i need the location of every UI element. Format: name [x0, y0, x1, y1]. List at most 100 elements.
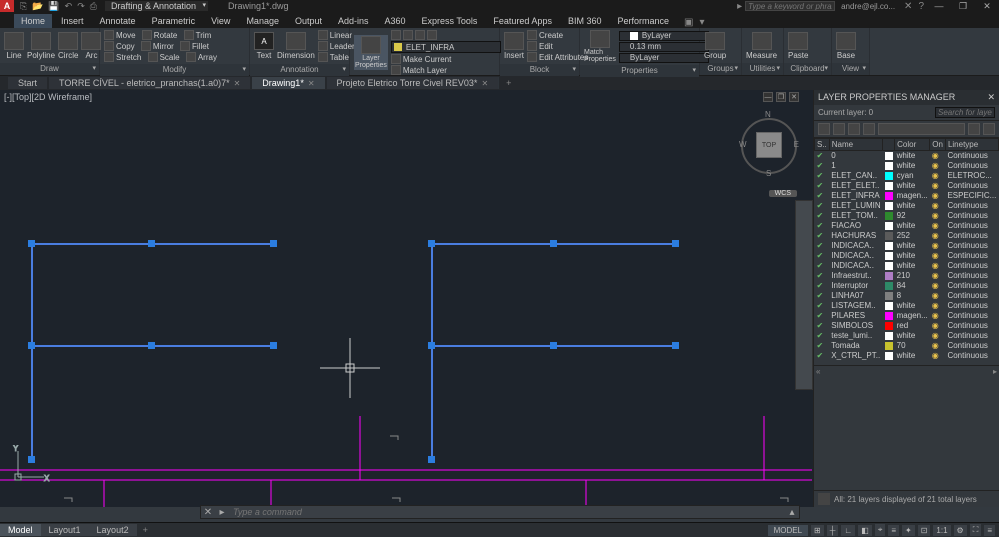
rotate-label[interactable]: Rotate: [154, 31, 178, 40]
layer-color[interactable]: 70: [895, 341, 930, 351]
layer-linetype[interactable]: ESPECIFIC...: [945, 191, 998, 201]
command-input[interactable]: [229, 507, 785, 517]
status-icon[interactable]: ✔: [817, 221, 824, 230]
compass-n[interactable]: N: [765, 110, 771, 119]
layer-linetype[interactable]: Continuous: [945, 301, 998, 311]
scale-label[interactable]: Scale: [160, 53, 180, 62]
measure-button[interactable]: Measure: [746, 32, 777, 60]
new-file-tab-button[interactable]: +: [500, 77, 517, 89]
status-icon[interactable]: ✔: [817, 311, 824, 320]
edit-attributes-icon[interactable]: [527, 52, 537, 62]
expand-icon[interactable]: «: [816, 367, 820, 376]
column-header[interactable]: S..: [815, 139, 830, 151]
layer-linetype[interactable]: Continuous: [945, 221, 998, 231]
file-tab[interactable]: TORRE CÍVEL - eletrico_pranchas(1.a0)7*✕: [49, 77, 250, 89]
fillet-label[interactable]: Fillet: [192, 42, 209, 51]
line-button[interactable]: Line: [4, 32, 24, 60]
on-icon[interactable]: ◉: [932, 301, 939, 310]
status-icon[interactable]: ✔: [817, 191, 824, 200]
layer-row[interactable]: ✔ELET_CAN..cyan◉ELETROC...❄: [815, 171, 999, 181]
layer-color[interactable]: 210: [895, 271, 930, 281]
panel-title-block[interactable]: Block: [500, 64, 579, 76]
on-icon[interactable]: ◉: [932, 241, 939, 250]
viewport[interactable]: [-][Top][2D Wireframe] — ❐ ✕: [0, 90, 999, 507]
status-icon[interactable]: ✔: [817, 321, 824, 330]
panel-title-groups[interactable]: Groups: [700, 63, 741, 75]
layer-row[interactable]: ✔ELET_TOM..92◉Continuous❄: [815, 211, 999, 221]
layer-row[interactable]: ✔Infraestrut..210◉Continuous❄: [815, 271, 999, 281]
status-icon[interactable]: ✦: [902, 525, 915, 536]
color-swatch[interactable]: [885, 332, 893, 340]
trim-label[interactable]: Trim: [196, 31, 212, 40]
layer-name[interactable]: ELET_TOM..: [829, 211, 882, 221]
status-icon[interactable]: ✔: [817, 211, 824, 220]
on-icon[interactable]: ◉: [932, 271, 939, 280]
layer-name[interactable]: SIMBOLOS: [829, 321, 882, 331]
polyline-button[interactable]: Polyline: [27, 32, 55, 60]
status-icon[interactable]: ✔: [817, 181, 824, 190]
layer-row[interactable]: ✔Tomada70◉Continuous❄: [815, 341, 999, 351]
layer-name[interactable]: LINHA07: [829, 291, 882, 301]
minimize-button[interactable]: —: [927, 1, 951, 12]
ribbon-tab-express-tools[interactable]: Express Tools: [415, 14, 485, 28]
layer-color[interactable]: 84: [895, 281, 930, 291]
layer-linetype[interactable]: Continuous: [945, 201, 998, 211]
layer-linetype[interactable]: Continuous: [945, 341, 998, 351]
trim-icon[interactable]: [184, 30, 194, 40]
color-swatch[interactable]: [885, 342, 893, 350]
status-icon[interactable]: ⊞: [811, 525, 824, 536]
color-swatch[interactable]: [885, 212, 893, 220]
color-swatch[interactable]: [885, 152, 893, 160]
on-icon[interactable]: ◉: [932, 171, 939, 180]
layer-linetype[interactable]: Continuous: [945, 151, 998, 161]
status-icon[interactable]: ✔: [817, 251, 824, 260]
mirror-icon[interactable]: [141, 41, 151, 51]
on-icon[interactable]: ◉: [932, 321, 939, 330]
on-icon[interactable]: ◉: [932, 281, 939, 290]
color-swatch[interactable]: [885, 252, 893, 260]
layer-row[interactable]: ✔INDICACA..white◉Continuous❄: [815, 261, 999, 271]
user-account[interactable]: andre@ejl.co...: [841, 2, 895, 11]
rotate-icon[interactable]: [142, 30, 152, 40]
insert-button[interactable]: Insert: [504, 32, 524, 60]
stretch-label[interactable]: Stretch: [116, 53, 141, 62]
layer-row[interactable]: ✔ELET_ELET..white◉Continuous❄: [815, 181, 999, 191]
color-swatch[interactable]: [885, 182, 893, 190]
layer-color[interactable]: white: [895, 331, 930, 341]
layer-name[interactable]: 0: [829, 151, 882, 161]
linear-icon[interactable]: [318, 30, 328, 40]
on-icon[interactable]: ◉: [932, 291, 939, 300]
layer-name[interactable]: INDICACA..: [829, 241, 882, 251]
make-current-icon[interactable]: [391, 54, 401, 64]
layer-color[interactable]: 8: [895, 291, 930, 301]
layer-name[interactable]: teste_lumi..: [829, 331, 882, 341]
match-layer-icon[interactable]: [391, 65, 401, 75]
status-icon[interactable]: ⚙: [954, 525, 967, 536]
color-swatch[interactable]: [885, 292, 893, 300]
new-layer-icon[interactable]: [818, 123, 830, 135]
color-swatch[interactable]: [885, 222, 893, 230]
status-icon[interactable]: ✔: [817, 271, 824, 280]
panel-title-draw[interactable]: Draw: [0, 63, 99, 75]
ribbon-tab-annotate[interactable]: Annotate: [93, 14, 143, 28]
filter-icon[interactable]: [818, 493, 830, 505]
status-icon[interactable]: ✔: [817, 151, 824, 160]
arc-button[interactable]: Arc: [81, 32, 101, 60]
layer-linetype[interactable]: Continuous: [945, 331, 998, 341]
create-icon[interactable]: [527, 30, 537, 40]
layer-color[interactable]: cyan: [895, 171, 930, 181]
layer-color[interactable]: white: [895, 151, 930, 161]
column-header[interactable]: Color: [895, 139, 930, 151]
layer-color[interactable]: magen...: [895, 191, 930, 201]
color-swatch[interactable]: [885, 312, 893, 320]
layer-dropdown[interactable]: ELET_INFRA: [391, 41, 501, 53]
panel-close-icon[interactable]: ✕: [987, 92, 995, 103]
status-icon[interactable]: ⊡: [918, 525, 931, 536]
viewcube[interactable]: TOP N S E W: [739, 108, 799, 178]
layer-linetype[interactable]: Continuous: [945, 311, 998, 321]
layer-name[interactable]: 1: [829, 161, 882, 171]
ribbon-tab-performance[interactable]: Performance: [610, 14, 676, 28]
on-icon[interactable]: ◉: [932, 331, 939, 340]
ribbon-tab-parametric[interactable]: Parametric: [145, 14, 203, 28]
on-icon[interactable]: ◉: [932, 231, 939, 240]
